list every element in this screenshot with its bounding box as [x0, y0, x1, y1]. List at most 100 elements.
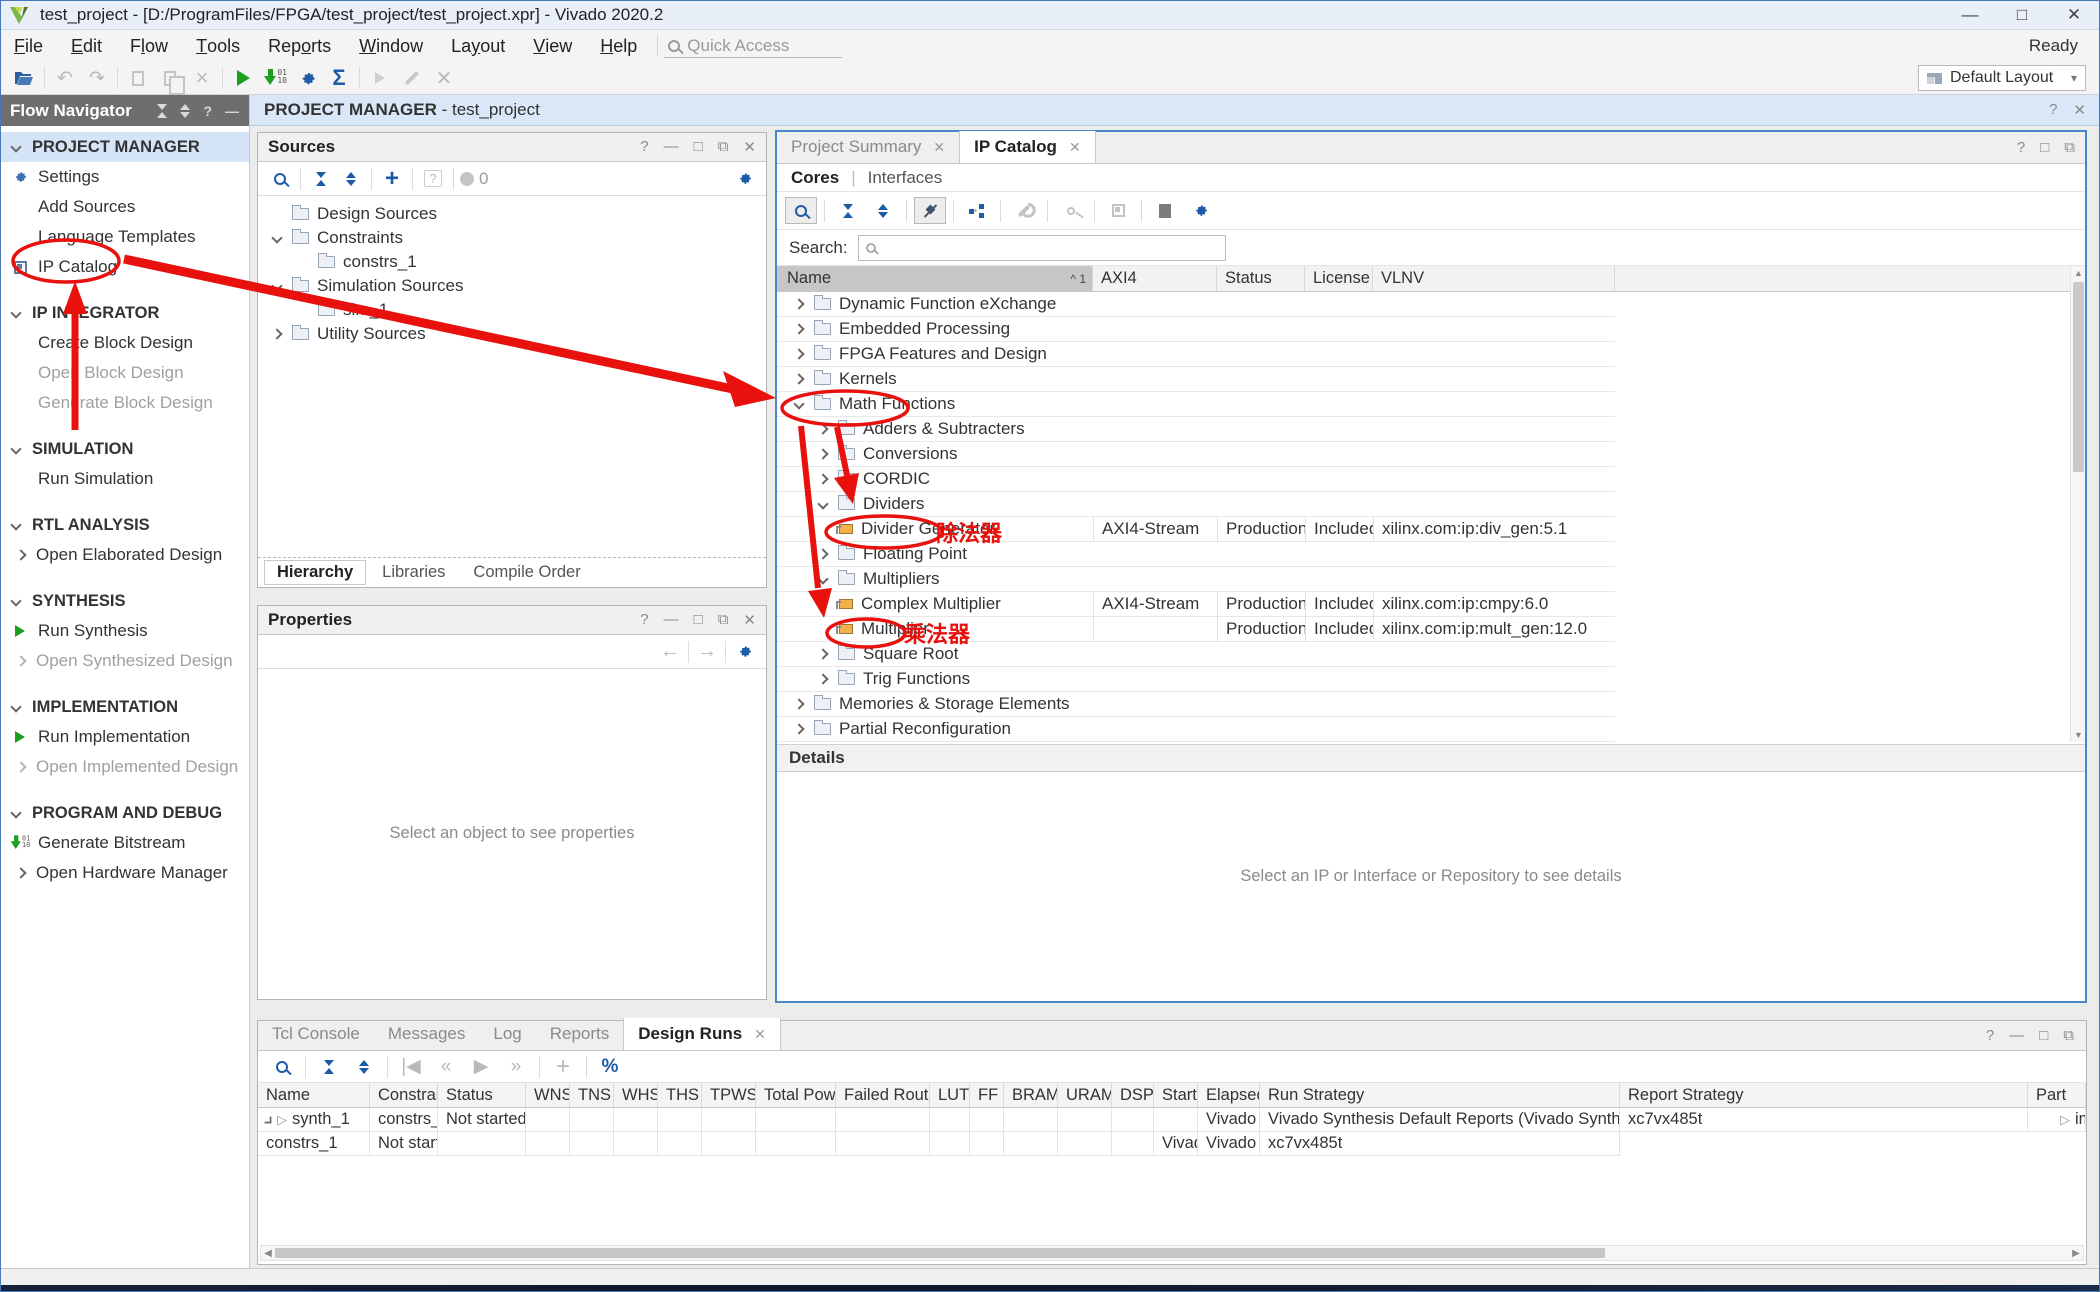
create-run-button[interactable]: +: [547, 1053, 579, 1080]
ip-row-divider-generator[interactable]: Divider GeneratorAXI4-StreamProductionIn…: [777, 517, 1615, 542]
chevron-right-icon[interactable]: [791, 350, 806, 358]
copy-button[interactable]: [122, 65, 154, 92]
source-tree-item[interactable]: sim_1: [258, 298, 766, 322]
sidebar-item-run-simulation[interactable]: Run Simulation: [0, 464, 249, 494]
layout-selector[interactable]: Default Layout ▾: [1918, 65, 2086, 91]
quick-access-search[interactable]: Quick Access: [664, 34, 842, 58]
tab-reports[interactable]: Reports: [536, 1018, 624, 1050]
chevron-right-icon[interactable]: [791, 300, 806, 308]
sidebar-item-ip-catalog[interactable]: IP Catalog: [0, 252, 249, 282]
menu-tools[interactable]: Tools: [182, 30, 254, 62]
undo-button[interactable]: ↶: [49, 65, 81, 92]
scroll-up-icon[interactable]: ▲: [2071, 266, 2086, 280]
collapse-all-button[interactable]: [313, 1053, 345, 1080]
maximize-panel-icon[interactable]: □: [694, 611, 703, 629]
close-tab-icon[interactable]: ✕: [933, 139, 945, 156]
column-header-axi4[interactable]: AXI4: [1093, 266, 1217, 291]
ip-row-embedded-processing[interactable]: Embedded Processing: [777, 317, 1615, 342]
runs-column-report-strategy[interactable]: Report Strategy: [1620, 1083, 2028, 1108]
column-header-name[interactable]: Name^ 1: [777, 266, 1093, 291]
sidebar-item-language-templates[interactable]: Language Templates: [0, 222, 249, 252]
ip-row-partial-reconfiguration[interactable]: Partial Reconfiguration: [777, 717, 1615, 742]
report-summary-button[interactable]: Σ: [323, 65, 355, 92]
minimize-panel-icon[interactable]: —: [664, 611, 679, 629]
sidebar-item-add-sources[interactable]: Add Sources: [0, 192, 249, 222]
minimize-panel-icon[interactable]: —: [2009, 1027, 2024, 1044]
runs-column-run-strategy[interactable]: Run Strategy: [1260, 1083, 1620, 1108]
runs-column-total-power[interactable]: Total Power: [756, 1083, 836, 1108]
scroll-left-icon[interactable]: ◀: [261, 1248, 275, 1259]
chevron-right-icon[interactable]: [815, 550, 830, 558]
runs-column-tns[interactable]: TNS: [570, 1083, 614, 1108]
ip-row-adders-subtracters[interactable]: Adders & Subtracters: [777, 417, 1615, 442]
sidebar-item-run-synthesis[interactable]: Run Synthesis: [0, 616, 249, 646]
delete-button[interactable]: ×: [186, 65, 218, 92]
pin-filter-button[interactable]: [914, 197, 946, 224]
menu-reports[interactable]: Reports: [254, 30, 345, 62]
sources-settings-button[interactable]: [730, 165, 758, 192]
ip-row-fpga-features-and-design[interactable]: FPGA Features and Design: [777, 342, 1615, 367]
generate-bitstream-button[interactable]: 0110: [259, 65, 291, 92]
ip-row-math-functions[interactable]: Math Functions: [777, 392, 1615, 417]
column-header-status[interactable]: Status: [1217, 266, 1305, 291]
expand-all-button[interactable]: [348, 1053, 380, 1080]
close-tab-icon[interactable]: ✕: [754, 1026, 766, 1043]
expand-all-button[interactable]: [337, 165, 365, 192]
chevron-right-icon[interactable]: [791, 700, 806, 708]
maximize-button[interactable]: □: [1996, 0, 2048, 29]
runs-column-uram[interactable]: URAM: [1058, 1083, 1112, 1108]
runs-column-ths[interactable]: THS: [658, 1083, 702, 1108]
tab-log[interactable]: Log: [479, 1018, 535, 1050]
float-panel-icon[interactable]: ⧉: [2064, 139, 2075, 156]
runs-column-dsp[interactable]: DSP: [1112, 1083, 1154, 1108]
help-icon[interactable]: ?: [203, 103, 212, 119]
float-panel-icon[interactable]: ⧉: [2063, 1027, 2074, 1044]
chevron-right-icon[interactable]: [815, 450, 830, 458]
expand-all-icon[interactable]: [180, 104, 190, 118]
run-button[interactable]: [227, 65, 259, 92]
runs-column-ff[interactable]: FF: [970, 1083, 1004, 1108]
source-tree-item[interactable]: constrs_1: [258, 250, 766, 274]
chevron-right-icon[interactable]: [791, 725, 806, 733]
run-expand-icon[interactable]: ▷: [277, 1112, 287, 1128]
redo-button[interactable]: ↷: [81, 65, 113, 92]
runs-column-start[interactable]: Start: [1154, 1083, 1198, 1108]
collapse-all-icon[interactable]: [157, 104, 167, 118]
chevron-right-icon[interactable]: [815, 475, 830, 483]
menu-flow[interactable]: Flow: [116, 30, 182, 62]
tab-design-runs[interactable]: Design Runs✕: [623, 1018, 781, 1050]
ip-row-conversions[interactable]: Conversions: [777, 442, 1615, 467]
sidebar-item-create-block-design[interactable]: Create Block Design: [0, 328, 249, 358]
collapse-all-button[interactable]: [307, 165, 335, 192]
runs-column-tpws[interactable]: TPWS: [702, 1083, 756, 1108]
paste-button[interactable]: [154, 65, 186, 92]
sidebar-section-simulation[interactable]: SIMULATION: [0, 434, 249, 464]
tab-cores[interactable]: Cores: [791, 168, 839, 188]
tab-interfaces[interactable]: Interfaces: [868, 168, 943, 188]
ip-row-multipliers[interactable]: Multipliers: [777, 567, 1615, 592]
runs-column-failed-routes[interactable]: Failed Routes: [836, 1083, 930, 1108]
chevron-right-icon[interactable]: [815, 650, 830, 658]
ip-row-trig-functions[interactable]: Trig Functions: [777, 667, 1615, 692]
chevron-right-icon[interactable]: [815, 425, 830, 433]
help-icon[interactable]: ?: [640, 138, 648, 156]
add-sources-button[interactable]: +: [378, 165, 406, 192]
menu-help[interactable]: Help: [586, 30, 651, 62]
chevron-right-icon[interactable]: [791, 325, 806, 333]
sidebar-section-project-manager[interactable]: PROJECT MANAGER: [0, 132, 249, 162]
tab-ip-catalog[interactable]: IP Catalog✕: [959, 131, 1096, 163]
maximize-panel-icon[interactable]: □: [2039, 1027, 2048, 1044]
sidebar-section-synthesis[interactable]: SYNTHESIS: [0, 586, 249, 616]
run-row-name[interactable]: ▷impl_1: [2028, 1108, 2086, 1132]
scrollbar-thumb[interactable]: [275, 1248, 1605, 1258]
run-expand-icon[interactable]: ▷: [2060, 1112, 2070, 1128]
ip-row-kernels[interactable]: Kernels: [777, 367, 1615, 392]
settings-button[interactable]: [291, 65, 323, 92]
ip-row-square-root[interactable]: Square Root: [777, 642, 1615, 667]
search-button[interactable]: [785, 197, 817, 224]
help-icon[interactable]: ?: [2017, 139, 2025, 156]
help-icon[interactable]: ?: [1986, 1027, 1994, 1044]
tab-project-summary[interactable]: Project Summary✕: [777, 131, 959, 163]
runs-column-part[interactable]: Part: [2028, 1083, 2086, 1108]
sidebar-section-implementation[interactable]: IMPLEMENTATION: [0, 692, 249, 722]
